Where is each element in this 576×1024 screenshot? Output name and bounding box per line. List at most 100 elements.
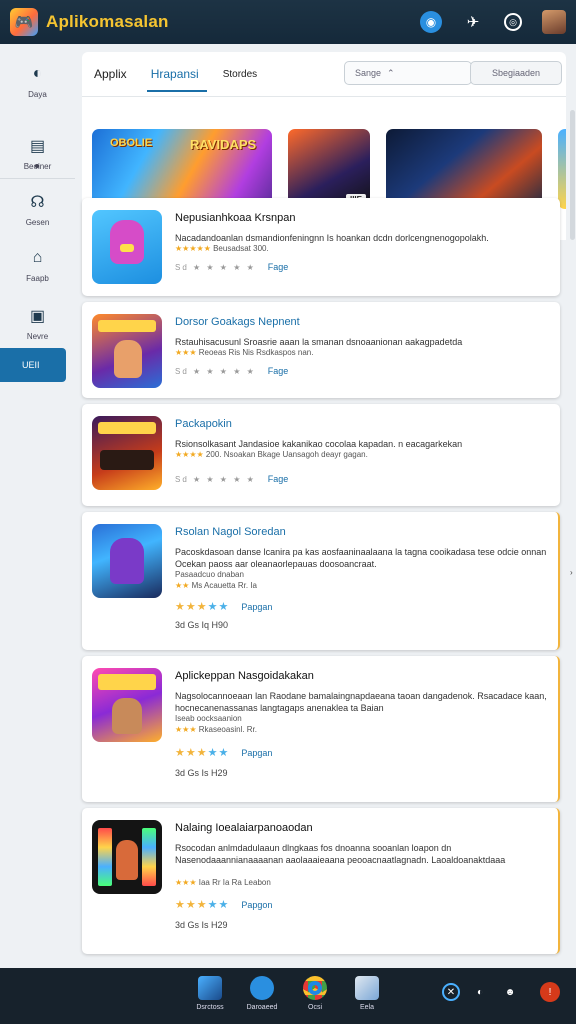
sidebar-item-gesen[interactable]: ☊ Gesen	[0, 192, 75, 227]
browser-icon	[303, 976, 327, 1000]
taskbar-item-desktop[interactable]: Dsrctoss	[180, 976, 240, 1011]
scroll-arrow-icon[interactable]: ›	[570, 568, 573, 577]
app-card[interactable]: Packapokin Rsionsolkasant Jandasioe kaka…	[82, 404, 560, 506]
app-size-info: 3d Gs Iq H90	[175, 620, 229, 630]
app-card[interactable]: Dorsor Goakags Nepnent Rstauhisacusunl S…	[82, 302, 560, 398]
app-description: Nagsolocannoeaan lan Raodane bamalaingna…	[175, 691, 547, 713]
taskbar: Dsrctoss Daroaeed Ocsi Eela ✕ ◐ ☻ !	[0, 968, 576, 1024]
close-circle-icon[interactable]: ✕	[442, 983, 460, 1001]
gamepad-icon[interactable]: ☻	[500, 982, 520, 1002]
app-card[interactable]: Rsolan Nagol Soredan Pacoskdasoan danse …	[82, 512, 560, 650]
app-name[interactable]: Packapokin	[175, 418, 232, 430]
app-thumbnail	[92, 668, 162, 742]
monster-mouth	[120, 244, 134, 252]
rating-stars: ★★★★★	[175, 601, 230, 613]
search-input[interactable]: Sange ⌃	[344, 61, 472, 85]
app-thumbnail	[92, 314, 162, 388]
taskbar-label: Daroaeed	[246, 1004, 278, 1011]
meta-text: Beusadsat 300.	[213, 244, 269, 253]
meta-text: Pasaadcuo dnaban	[175, 570, 244, 579]
scrollbar[interactable]	[570, 110, 575, 240]
app-name[interactable]: Rsolan Nagol Soredan	[175, 526, 286, 538]
taskbar-item-messages[interactable]: Daroaeed	[232, 976, 292, 1011]
system-tray: ✕ ◐ ☻ !	[442, 982, 560, 1002]
app-card[interactable]: Nepusianhkoaa Krsnpan Nacadandoanlan dsm…	[82, 198, 560, 296]
meta-text: Rkaseoasinl. Rr.	[198, 725, 257, 734]
tab-stordes[interactable]: Stordes	[223, 52, 257, 96]
sidebar-item-active[interactable]: UEII	[0, 348, 66, 382]
taskbar-item-files[interactable]: Eela	[337, 976, 397, 1011]
page-link[interactable]: Fage	[268, 366, 289, 376]
volume-icon[interactable]: ◐	[470, 982, 490, 1002]
banner-title: RAVIDAPS	[190, 136, 257, 152]
app-thumbnail	[92, 820, 162, 894]
taskbar-item-browser[interactable]: Ocsi	[285, 976, 345, 1011]
shield-icon[interactable]: ◉	[420, 11, 442, 33]
app-name[interactable]: Dorsor Goakags Nepnent	[175, 316, 300, 328]
page-link[interactable]: Fage	[268, 262, 289, 272]
rating-stars: Sd ★ ★ ★ ★ ★	[175, 262, 256, 272]
sidebar-divider	[0, 178, 75, 179]
page-link[interactable]: Fage	[268, 474, 289, 484]
banner-title: OBOLIE	[110, 136, 153, 149]
app-card[interactable]: Aplickeppan Nasgoidakakan Nagsolocannoea…	[82, 656, 560, 802]
sidebar-item-beoiner[interactable]: ▤ Beoiner	[0, 136, 75, 171]
taskbar-label: Dsrctoss	[196, 1004, 224, 1011]
user-avatar[interactable]	[542, 10, 566, 34]
rating-stars: ★★★	[175, 348, 197, 357]
rating-stars: ★★★	[175, 725, 197, 734]
page-link[interactable]: Papgon	[241, 900, 272, 910]
notification-icon[interactable]: !	[540, 982, 560, 1002]
inbox-icon: ▤	[29, 138, 46, 155]
character-icon	[116, 840, 138, 880]
meta-text: Iaa Rr Ia Ra Leabon	[198, 878, 271, 887]
meta-size: 200.	[205, 450, 222, 459]
compass-icon: ◐	[32, 65, 43, 82]
sidebar-item-daya[interactable]: ◐ Daya	[0, 64, 75, 99]
meta-text: Reoeas Ris Nis Rsdkaspos nan.	[198, 348, 314, 357]
sidebar-item-label: Nevre	[26, 332, 49, 341]
document-icon	[355, 976, 379, 1000]
sidebar: ◐ Daya ▤ Beoiner ☊ Gesen ⌂ Faapb ▣ Nevre…	[0, 50, 75, 964]
app-meta: ★★★ Reoeas Ris Nis Rsdkaspos nan.	[175, 348, 313, 357]
chevron-up-icon: ⌃	[387, 67, 395, 78]
sidebar-item-nevre[interactable]: ▣ Nevre	[0, 306, 75, 341]
featured-banner[interactable]: OBOLIE RAVIDAPS	[92, 128, 272, 209]
app-meta: ★★★ Rkaseoasinl. Rr.	[175, 725, 257, 734]
rating-stars: ★★★★★	[175, 899, 230, 911]
app-meta: Iseab oocksaanion	[175, 714, 242, 723]
sidebar-item-label: Beoiner	[23, 162, 52, 171]
sidebar-item-label: Daya	[28, 90, 47, 99]
copyright-icon[interactable]: ◎	[504, 13, 522, 31]
app-meta: ★★★ Iaa Rr Ia Ra Leabon	[175, 878, 271, 887]
app-card[interactable]: Nalaing Ioealaiarpanoaodan Rsocodan anlm…	[82, 808, 560, 954]
meta-text: Iseab oocksaanion	[175, 714, 242, 723]
app-name[interactable]: Nalaing Ioealaiarpanoaodan	[175, 822, 313, 834]
rating-row: ★★★★★ Papgan	[175, 600, 272, 613]
top-header: 🎮 Aplikomasalan ◉ ✈ ◎	[0, 0, 576, 44]
book-icon: ▣	[29, 308, 46, 325]
character-icon	[112, 698, 142, 734]
search-button[interactable]: Sbegiaaden	[470, 61, 562, 85]
search-value: Sange	[355, 68, 382, 78]
rocket-icon[interactable]: ✈	[462, 11, 484, 33]
featured-banner[interactable]: IIIE	[288, 128, 370, 209]
featured-banner[interactable]	[386, 128, 542, 209]
page-link[interactable]: Papgan	[241, 602, 272, 612]
app-logo[interactable]: 🎮	[10, 8, 38, 36]
sidebar-item-faapb[interactable]: ⌂ Faapb	[0, 248, 75, 283]
weapon-icon	[100, 450, 154, 470]
tab-applix[interactable]: Applix	[94, 52, 127, 96]
chat-icon	[250, 976, 274, 1000]
color-bars	[142, 828, 156, 886]
app-name[interactable]: Aplickeppan Nasgoidakakan	[175, 670, 314, 682]
app-thumbnail	[92, 416, 162, 490]
app-name[interactable]: Nepusianhkoaa Krsnpan	[175, 212, 295, 224]
page-link[interactable]: Papgan	[241, 748, 272, 758]
headphones-icon: ☊	[30, 194, 45, 211]
thumb-logo	[98, 674, 156, 690]
tab-bar: Applix Hrapansi Stordes Sange ⌃ Sbegiaad…	[82, 52, 566, 96]
featured-banner[interactable]	[558, 128, 566, 209]
tab-hrapansi[interactable]: Hrapansi	[146, 52, 207, 96]
rating-stars: Sd ★ ★ ★ ★ ★	[175, 474, 256, 484]
